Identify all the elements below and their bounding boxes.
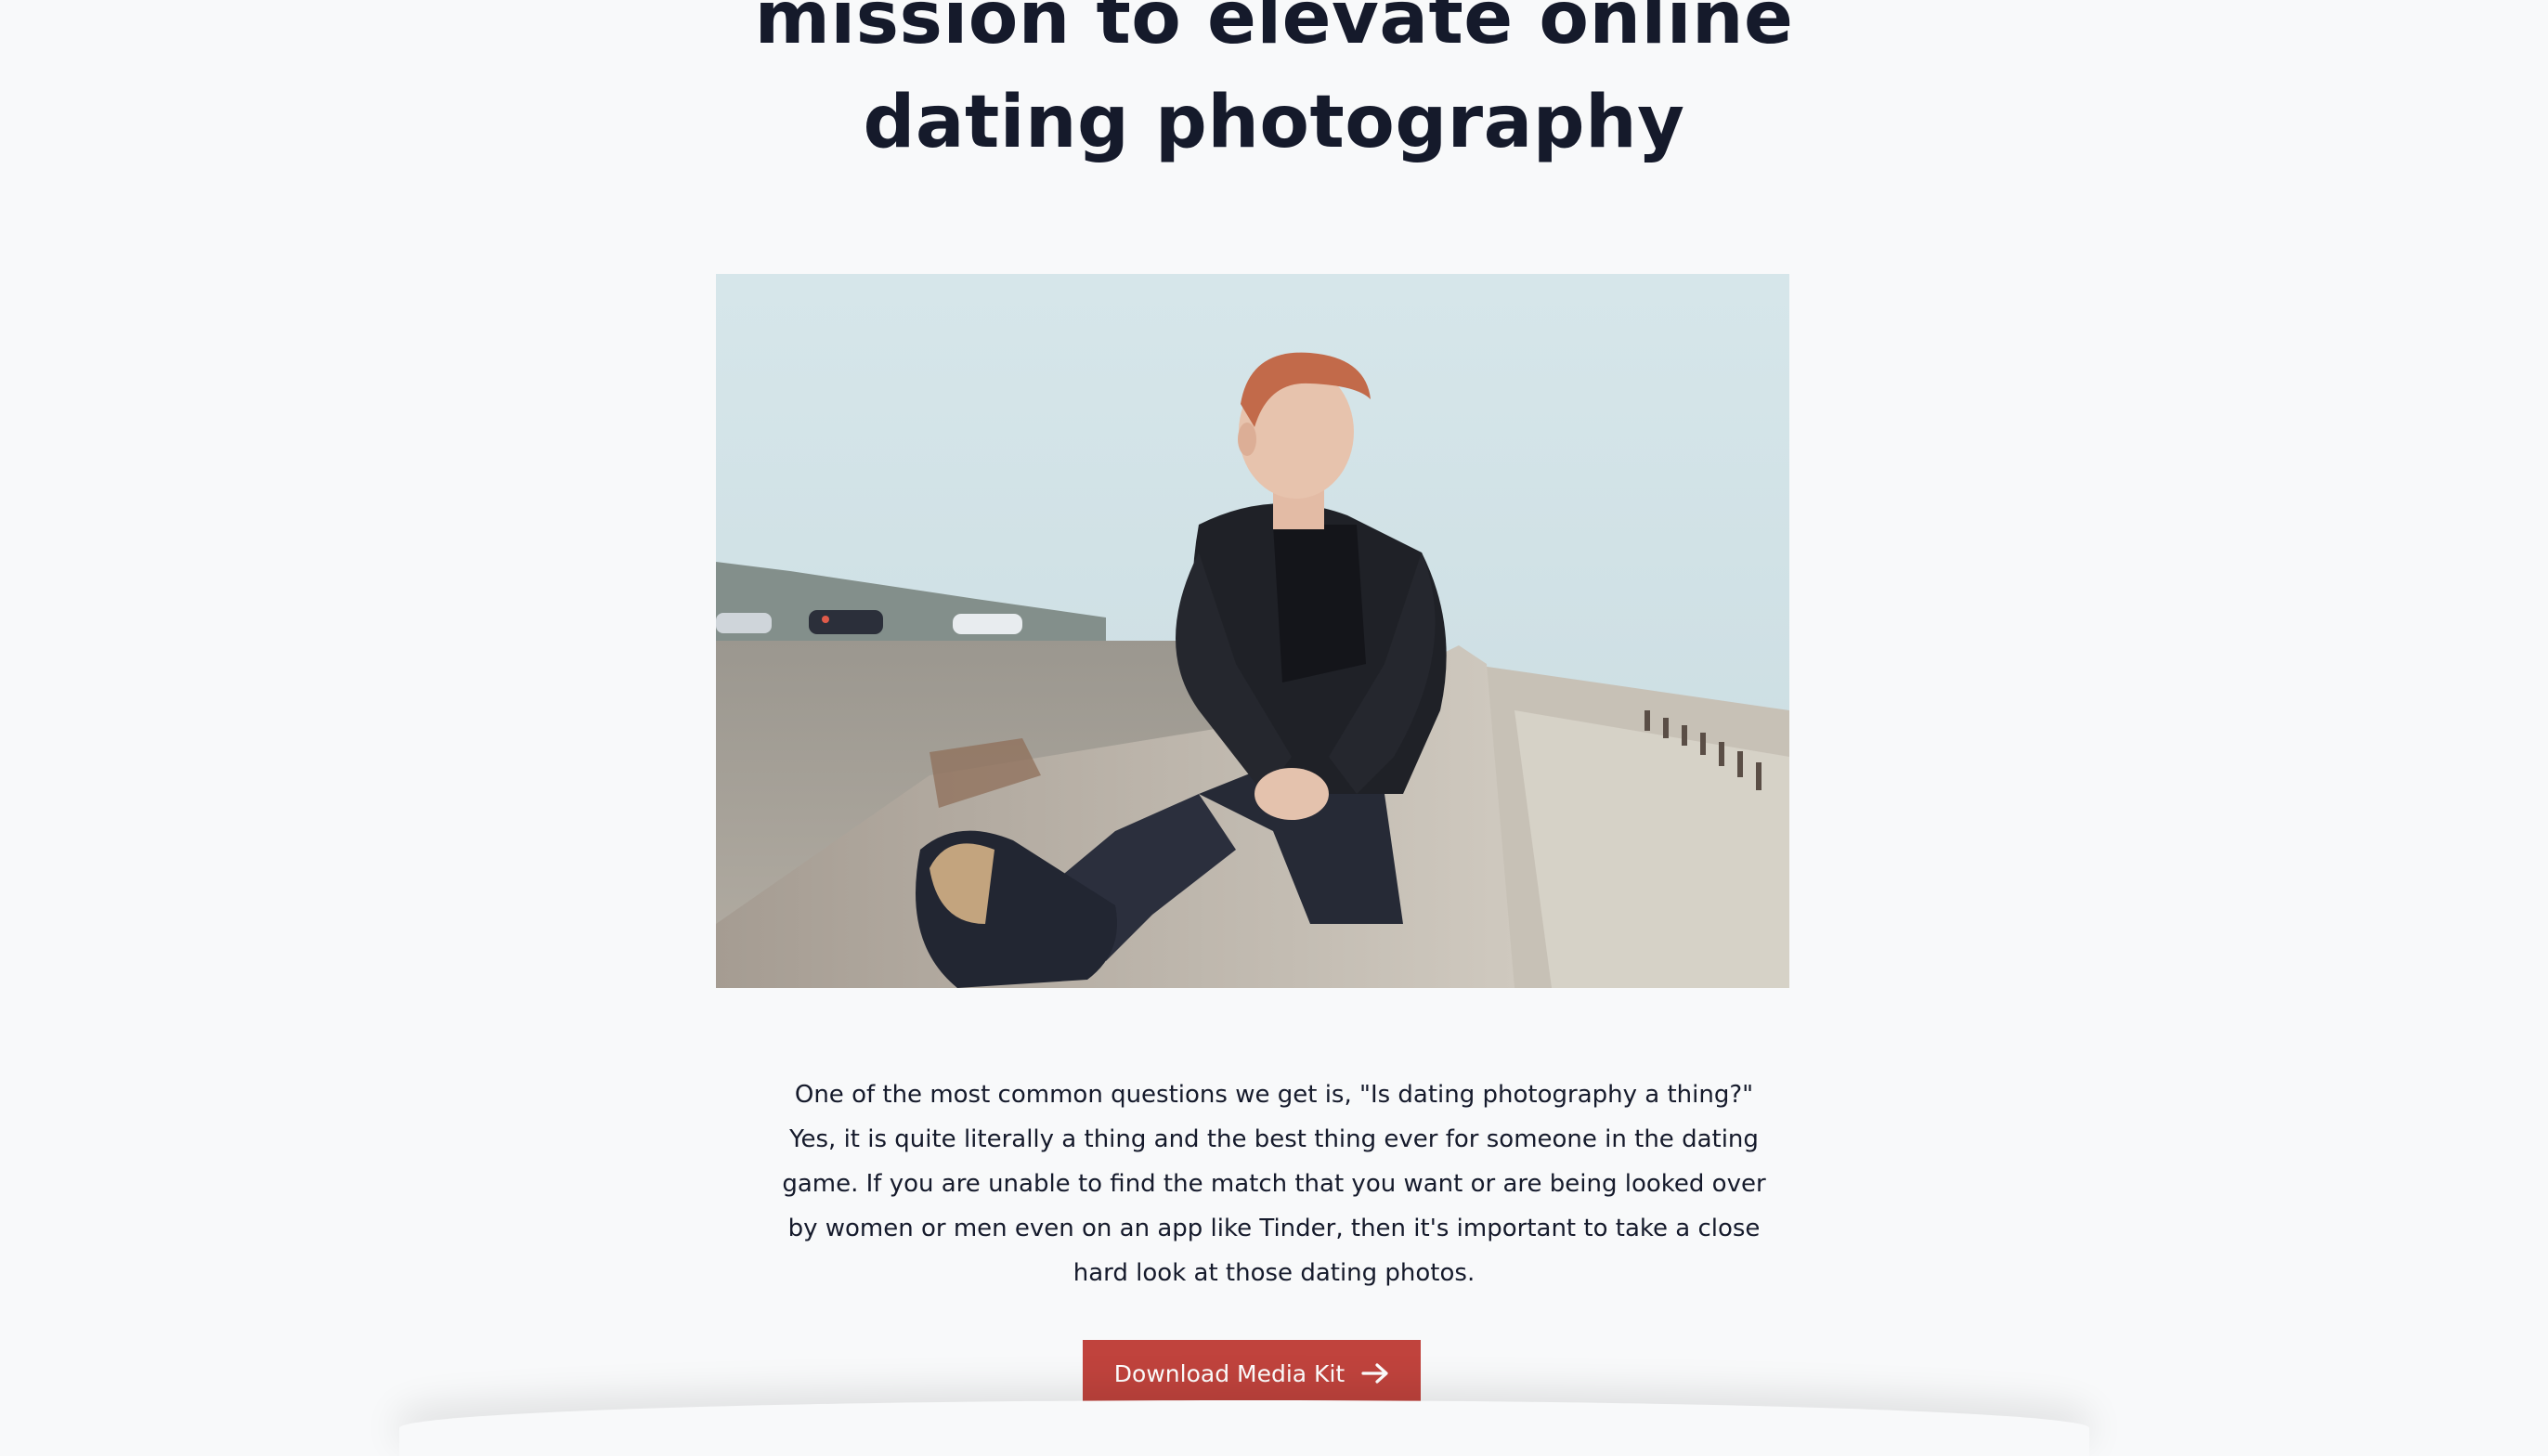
body-line-1: One of the most common questions we get …	[794, 1081, 1754, 1109]
body-line-3: game. If you are unable to find the matc…	[782, 1170, 1766, 1198]
hero-photo	[716, 274, 1789, 988]
body-line-4: by women or men even on an app like Tind…	[787, 1215, 1761, 1242]
body-line-2: Yes, it is quite literally a thing and t…	[789, 1125, 1759, 1153]
next-section-edge	[399, 1400, 2089, 1456]
body-line-5: hard look at those dating photos.	[1072, 1259, 1476, 1287]
page-headline: mission to elevate online dating photogr…	[0, 0, 2548, 175]
download-media-kit-button[interactable]: Download Media Kit	[1083, 1340, 1421, 1407]
headline-line-1: mission to elevate online	[754, 0, 1794, 60]
arrow-right-icon	[1361, 1362, 1389, 1384]
hero-photo-illustration	[716, 274, 1789, 988]
body-paragraph: One of the most common questions we get …	[763, 1072, 1785, 1295]
headline-line-2: dating photography	[863, 81, 1685, 164]
download-media-kit-label: Download Media Kit	[1113, 1359, 1346, 1387]
